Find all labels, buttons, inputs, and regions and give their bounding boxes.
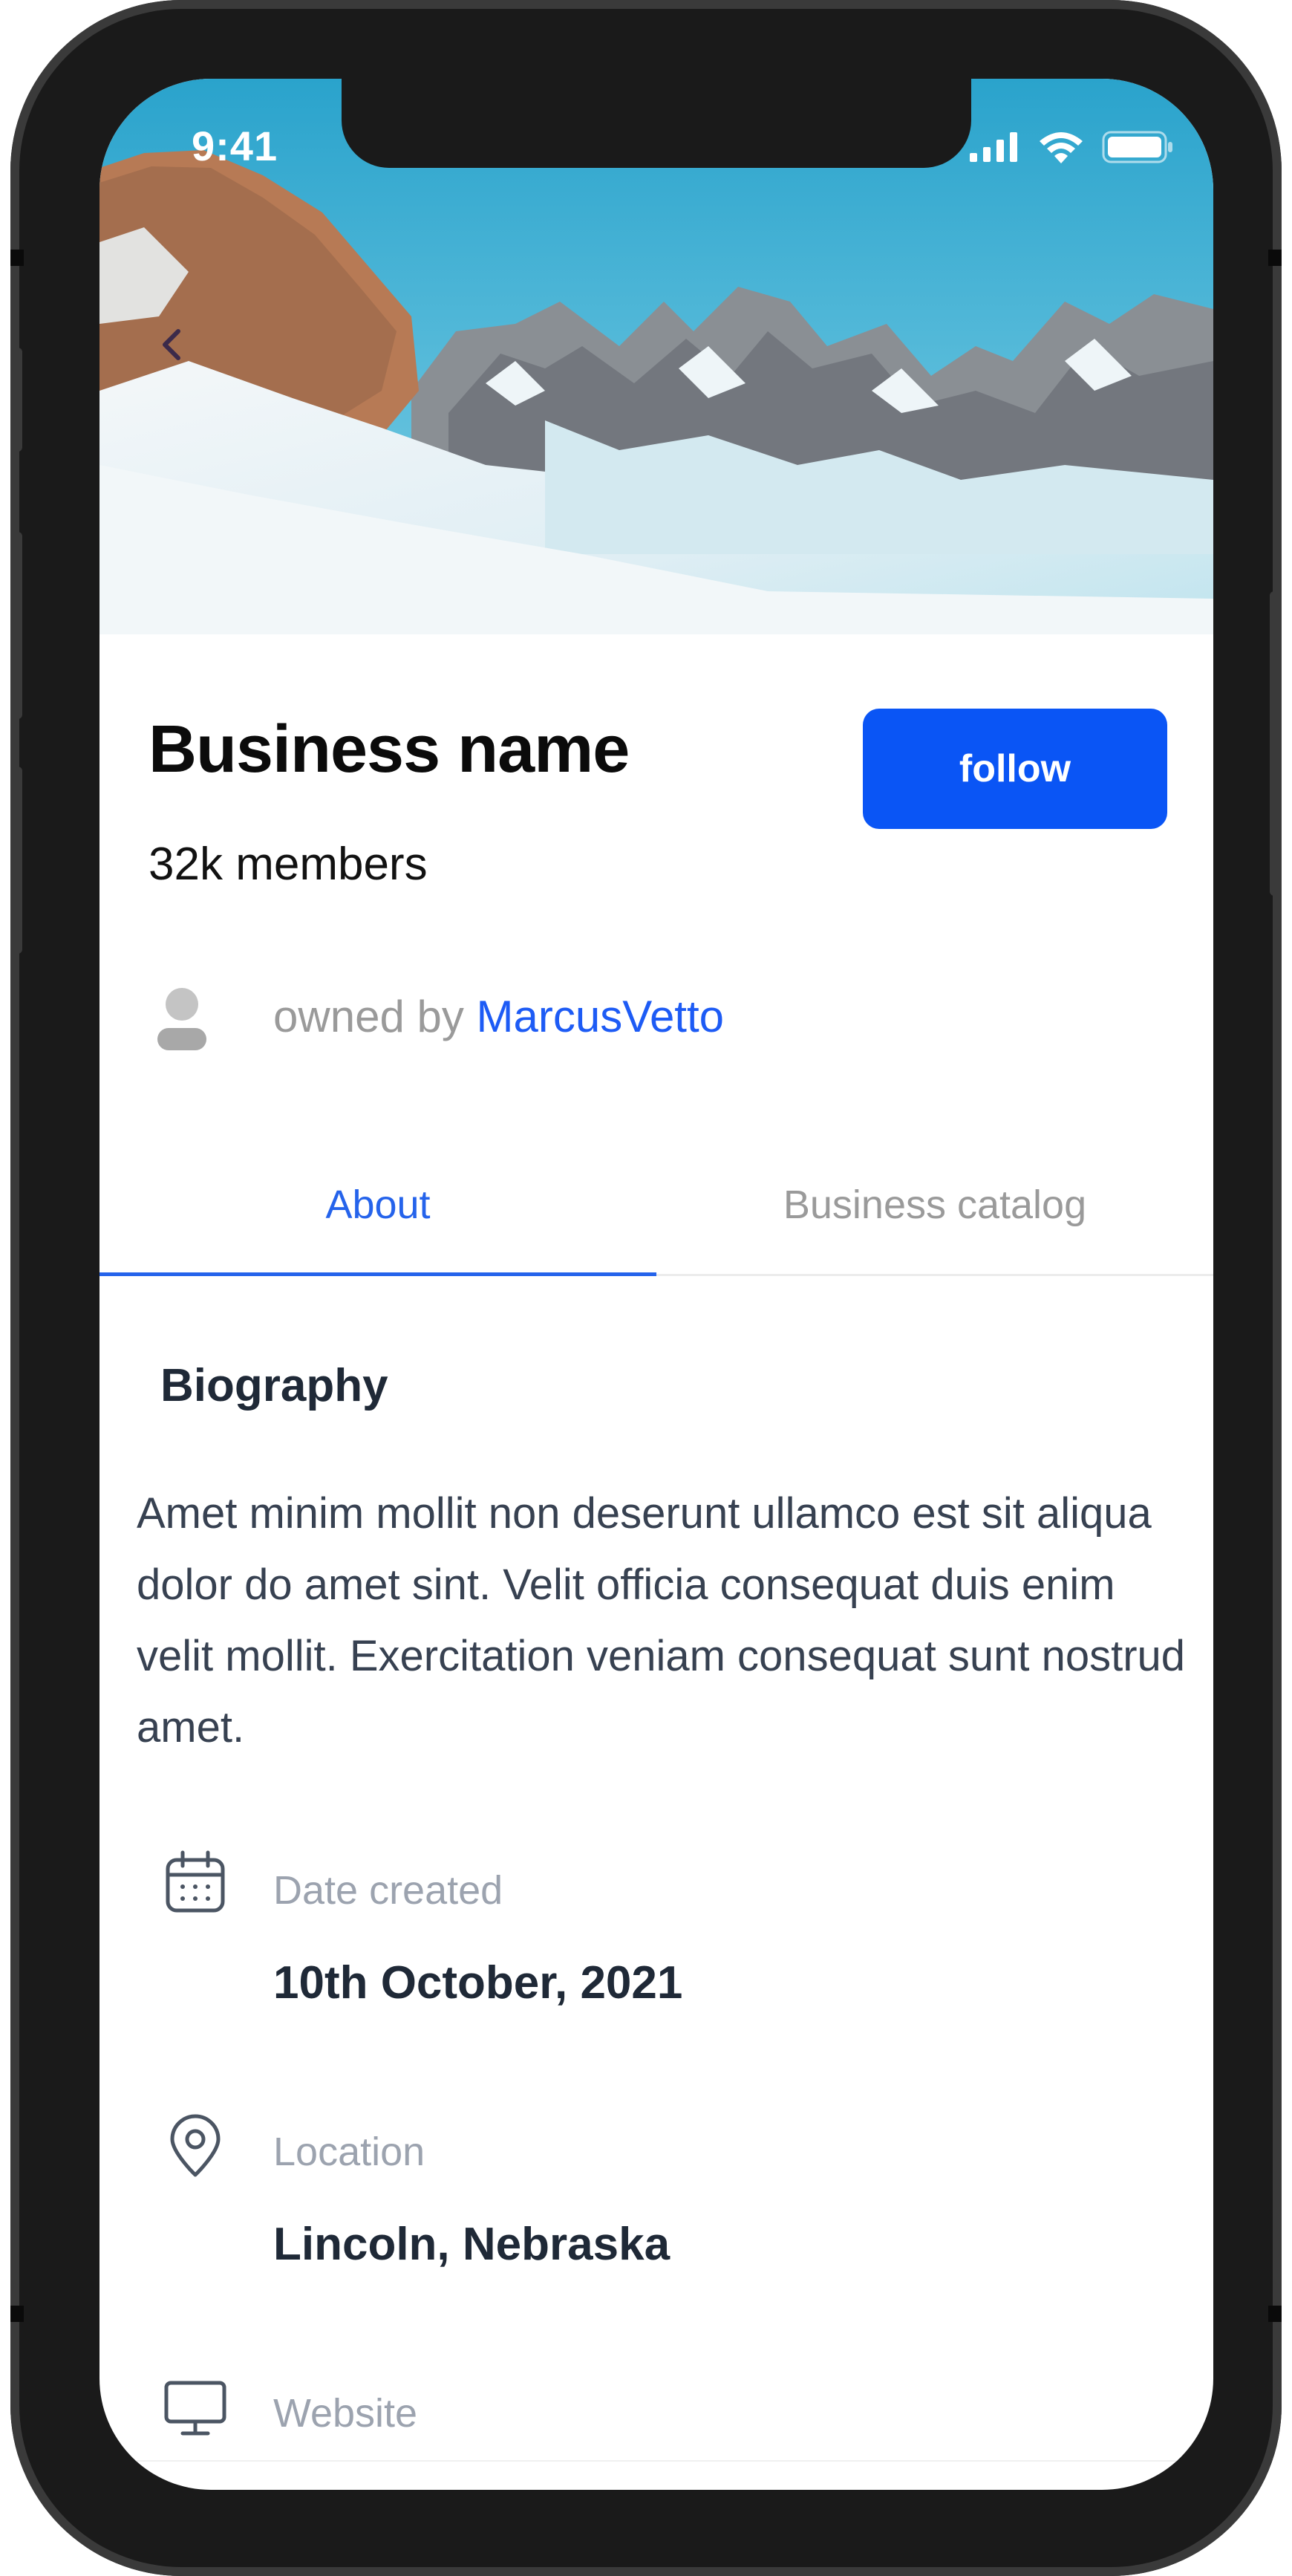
location-label: Location	[273, 2130, 425, 2174]
active-tab-indicator	[99, 1272, 656, 1276]
camera-notch	[342, 79, 971, 168]
business-name: Business name	[149, 712, 630, 787]
signal-icon	[970, 132, 1017, 162]
follow-button[interactable]: follow	[863, 709, 1167, 829]
date-created-value: 10th October, 2021	[273, 1957, 683, 2009]
volume-down-button	[10, 767, 22, 954]
cover-photo: 9:41	[99, 79, 1213, 634]
tab-business-catalog[interactable]: Business catalog	[656, 1148, 1213, 1276]
user-icon	[157, 988, 206, 1050]
tab-bar: About Business catalog	[99, 1148, 1213, 1276]
owner-prefix: owned by	[273, 992, 464, 1041]
antenna-band	[1268, 250, 1282, 266]
website-label: Website	[273, 2391, 418, 2436]
status-time: 9:41	[192, 123, 278, 169]
location-pin-icon	[162, 2112, 229, 2179]
members-count: 32k members	[149, 839, 428, 890]
volume-up-button	[10, 532, 22, 719]
bottom-divider	[99, 2460, 1213, 2462]
back-button[interactable]	[144, 315, 203, 374]
antenna-band	[1268, 2306, 1282, 2322]
owner-avatar	[156, 986, 208, 1053]
wifi-icon	[1040, 132, 1083, 163]
device-frame: 9:41 Business name follow 32k members ow…	[10, 0, 1282, 2576]
owner-link[interactable]: MarcusVetto	[477, 992, 725, 1041]
location-value: Lincoln, Nebraska	[273, 2219, 671, 2270]
antenna-band	[10, 2306, 24, 2322]
battery-icon	[1102, 131, 1172, 163]
mute-switch	[10, 348, 22, 452]
power-button	[1270, 591, 1282, 896]
status-icons	[970, 131, 1173, 163]
date-created-label: Date created	[273, 1868, 503, 1913]
biography-title: Biography	[160, 1360, 388, 1411]
chevron-left-icon	[163, 329, 180, 360]
tab-about[interactable]: About	[99, 1148, 656, 1276]
owner-line: owned by MarcusVetto	[273, 991, 724, 1042]
screen: 9:41 Business name follow 32k members ow…	[99, 79, 1213, 2490]
antenna-band	[10, 250, 24, 266]
biography-text: Amet minim mollit non deserunt ullamco e…	[137, 1489, 1186, 1752]
calendar-icon	[162, 1850, 229, 1916]
monitor-icon	[162, 2374, 229, 2441]
